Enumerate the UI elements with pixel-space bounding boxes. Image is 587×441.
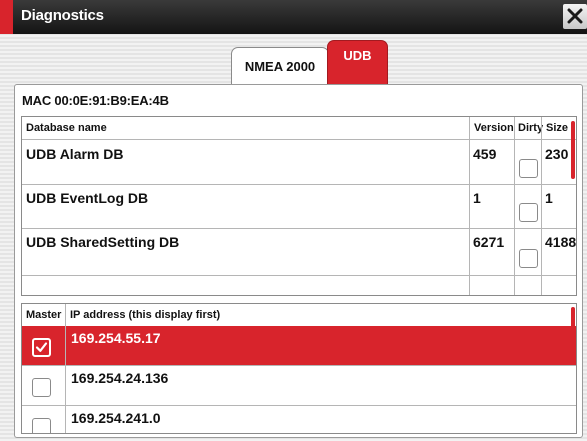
master-checkbox[interactable] bbox=[32, 338, 51, 357]
title-accent bbox=[0, 0, 13, 34]
ip-address: 169.254.55.17 bbox=[71, 330, 161, 346]
ip-scrollbar[interactable] bbox=[571, 307, 575, 357]
close-button[interactable] bbox=[563, 4, 587, 29]
dirty-checkbox[interactable] bbox=[519, 159, 538, 178]
tab-udb[interactable]: UDB bbox=[327, 40, 388, 84]
ip-table-header: Master IP address (this display first) bbox=[22, 304, 576, 327]
db-version: 459 bbox=[473, 146, 497, 162]
ip-row[interactable]: 169.254.241.0 bbox=[22, 406, 576, 433]
database-table: Database name Version Dirty Size UDB Ala… bbox=[21, 116, 577, 296]
master-checkbox[interactable] bbox=[32, 378, 51, 397]
tab-nmea-2000[interactable]: NMEA 2000 bbox=[231, 47, 329, 84]
table-row[interactable]: UDB EventLog DB 1 1 bbox=[22, 184, 576, 229]
db-size: 4188 bbox=[545, 234, 577, 250]
ip-address: 169.254.24.136 bbox=[71, 370, 169, 386]
dirty-checkbox[interactable] bbox=[519, 249, 538, 268]
mac-address: MAC 00:0E:91:B9:EA:4B bbox=[22, 93, 169, 108]
close-icon bbox=[567, 8, 583, 24]
ip-row-selected[interactable]: 169.254.55.17 bbox=[22, 326, 576, 366]
ip-row[interactable]: 169.254.24.136 bbox=[22, 366, 576, 406]
db-size: 1 bbox=[545, 190, 553, 206]
database-table-header: Database name Version Dirty Size bbox=[22, 117, 576, 140]
header-version: Version bbox=[474, 122, 514, 134]
ip-table: Master IP address (this display first) 1… bbox=[21, 303, 577, 434]
db-version: 1 bbox=[473, 190, 481, 206]
window-title: Diagnostics bbox=[21, 7, 104, 24]
header-size: Size bbox=[546, 122, 569, 134]
db-name: UDB Alarm DB bbox=[26, 146, 124, 162]
checkmark-icon bbox=[35, 342, 48, 352]
title-bar: Diagnostics bbox=[0, 0, 587, 34]
ip-address: 169.254.241.0 bbox=[71, 410, 161, 426]
db-name: UDB SharedSetting DB bbox=[26, 234, 180, 250]
table-row[interactable]: UDB Alarm DB 459 230 bbox=[22, 139, 576, 185]
header-database-name: Database name bbox=[26, 122, 107, 134]
dirty-checkbox[interactable] bbox=[519, 203, 538, 222]
db-version: 6271 bbox=[473, 234, 505, 250]
header-ip-address: IP address (this display first) bbox=[70, 309, 221, 321]
table-row[interactable]: UDB SharedSetting DB 6271 4188 bbox=[22, 228, 576, 276]
database-scrollbar[interactable] bbox=[571, 121, 575, 179]
header-master: Master bbox=[26, 309, 62, 321]
db-size: 230 bbox=[545, 146, 569, 162]
db-name: UDB EventLog DB bbox=[26, 190, 149, 206]
header-dirty: Dirty bbox=[518, 122, 544, 134]
master-checkbox[interactable] bbox=[32, 418, 51, 433]
column-divider bbox=[65, 304, 66, 433]
